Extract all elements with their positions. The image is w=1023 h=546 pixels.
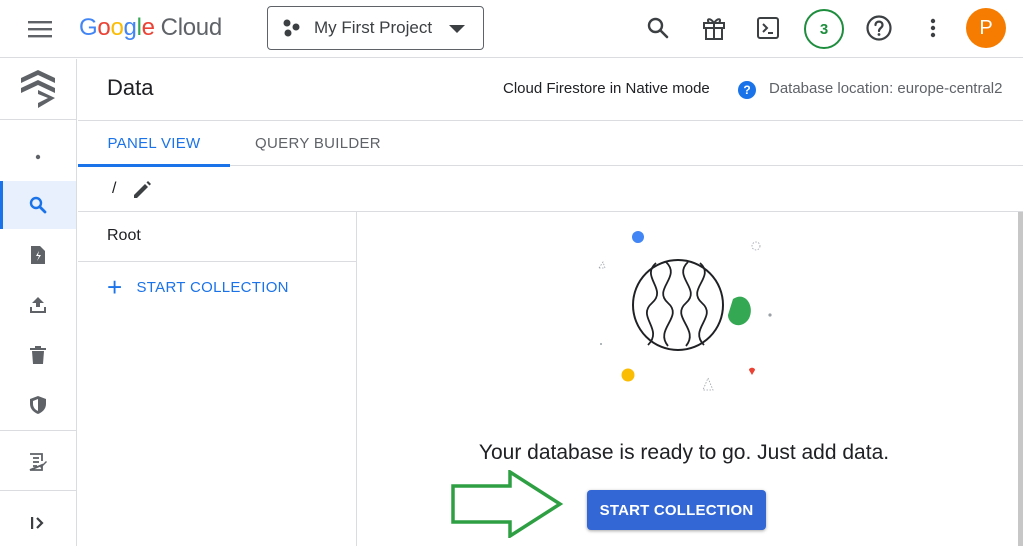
- project-icon: [283, 19, 300, 37]
- pencil-icon: [134, 181, 151, 198]
- empty-state-message: Your database is ready to go. Just add d…: [478, 441, 890, 464]
- expand-icon: [31, 517, 44, 529]
- dot-icon: [35, 154, 41, 160]
- nav-item-rules[interactable]: [0, 381, 76, 429]
- logo-letter: o: [97, 14, 111, 41]
- chevron-down-icon: [449, 25, 465, 33]
- nav-divider: [0, 430, 76, 431]
- logo-letter: G: [79, 14, 98, 41]
- cloud-shell-button[interactable]: [750, 10, 786, 46]
- more-vert-icon: [930, 18, 936, 38]
- avatar[interactable]: P: [966, 8, 1006, 48]
- search-icon: [29, 196, 47, 214]
- trash-icon: [30, 346, 46, 364]
- logo-letter: o: [110, 14, 124, 41]
- tab-query-builder[interactable]: QUERY BUILDER: [246, 121, 390, 166]
- nav-item-import-export[interactable]: [0, 231, 76, 279]
- empty-state: Your database is ready to go. Just add d…: [358, 212, 1023, 546]
- help-circle-icon[interactable]: ?: [738, 81, 756, 99]
- plus-icon: +: [107, 272, 123, 302]
- nav-item-data[interactable]: [0, 181, 76, 229]
- nav-expand-button[interactable]: [0, 499, 76, 546]
- logo-letter: e: [141, 14, 155, 41]
- root-panel: Root + START COLLECTION: [78, 212, 357, 546]
- path-breadcrumb: /: [78, 167, 1023, 212]
- start-collection-link-label: START COLLECTION: [136, 278, 289, 296]
- notifications-badge[interactable]: 3: [804, 9, 844, 49]
- search-icon: [647, 17, 669, 39]
- help-button[interactable]: [861, 10, 897, 46]
- logo-cloud-text: Cloud: [160, 14, 223, 41]
- start-collection-button[interactable]: START COLLECTION: [587, 490, 766, 530]
- gift-icon: [703, 18, 725, 40]
- shield-icon: [30, 396, 46, 414]
- nav-item-release-notes[interactable]: [0, 438, 76, 486]
- database-mode: Cloud Firestore in Native mode: [503, 80, 710, 97]
- database-illustration: [598, 231, 772, 391]
- main-menu-button[interactable]: [22, 14, 58, 44]
- firestore-icon: [21, 70, 55, 108]
- page-header: Data Cloud Firestore in Native mode ? Da…: [78, 59, 1023, 121]
- edit-path-button[interactable]: [130, 178, 154, 202]
- start-collection-link[interactable]: + START COLLECTION: [107, 272, 289, 302]
- google-cloud-logo[interactable]: Google Cloud: [79, 12, 222, 44]
- database-location: Database location: europe-central2: [769, 80, 1003, 97]
- gift-button[interactable]: [696, 10, 732, 46]
- page-title: Data: [107, 75, 154, 100]
- project-name: My First Project: [314, 18, 433, 37]
- view-tabs: PANEL VIEW QUERY BUILDER: [78, 121, 1023, 167]
- nav-item-upload[interactable]: [0, 281, 76, 329]
- import-export-icon: [31, 246, 45, 264]
- nav-item-overview[interactable]: [0, 133, 76, 181]
- hamburger-icon: [28, 21, 52, 38]
- terminal-icon: [757, 17, 779, 39]
- more-options-button[interactable]: [915, 10, 951, 46]
- nav-item-delete[interactable]: [0, 331, 76, 379]
- logo-letter: g: [123, 14, 137, 41]
- notes-icon: [29, 453, 47, 471]
- path-root[interactable]: /: [112, 180, 116, 198]
- top-bar: Google Cloud My First Project 3 P: [0, 0, 1023, 58]
- upload-icon: [30, 297, 46, 313]
- help-icon: [866, 15, 892, 41]
- green-arrow-annotation: [451, 470, 564, 538]
- search-button[interactable]: [640, 10, 676, 46]
- project-picker[interactable]: My First Project: [267, 6, 484, 50]
- tab-panel-view[interactable]: PANEL VIEW: [78, 121, 230, 167]
- nav-divider: [0, 490, 76, 491]
- left-nav: [0, 59, 77, 546]
- scrollbar[interactable]: [1018, 212, 1023, 546]
- firestore-logo[interactable]: [0, 59, 76, 120]
- root-title[interactable]: Root: [78, 212, 356, 262]
